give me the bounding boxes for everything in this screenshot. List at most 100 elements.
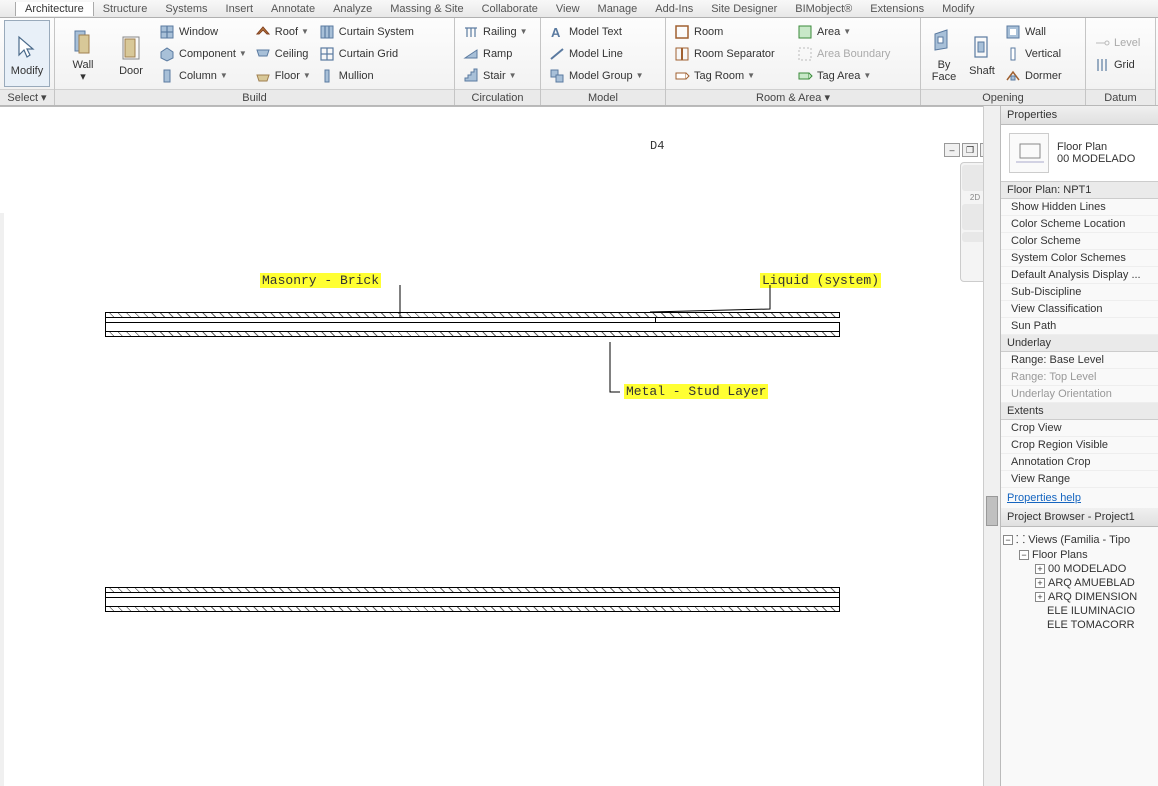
tab-structure[interactable]: Structure [94,2,157,16]
tab-massing[interactable]: Massing & Site [381,2,472,16]
wall-element-bottom[interactable] [105,587,840,612]
tab-view[interactable]: View [547,2,589,16]
floor-button[interactable]: Floor▼ [251,65,315,87]
ramp-button[interactable]: Ramp [459,43,536,65]
floor-icon [255,68,271,84]
shaft-button[interactable]: Shaft [963,20,1001,87]
curtain-grid-icon [319,46,335,62]
wall-button[interactable]: Wall▾ [59,20,107,87]
tab-modify[interactable]: Modify [933,2,983,16]
wall-icon [67,25,99,57]
stair-button[interactable]: Stair▼ [459,65,536,87]
collapse-icon[interactable]: − [1003,535,1013,545]
tab-analyze[interactable]: Analyze [324,2,381,16]
by-face-icon [928,25,960,57]
curtain-grid-button[interactable]: Curtain Grid [315,43,418,65]
collapse-icon[interactable]: − [1019,550,1029,560]
area-boundary-button: Area Boundary [793,43,916,65]
prop-row[interactable]: System Color Schemes [1001,250,1158,267]
grid-button[interactable]: Grid [1090,54,1151,76]
prop-row[interactable]: Annotation Crop [1001,454,1158,471]
project-browser-tree[interactable]: −⸬ Views (Familia - Tipo −Floor Plans +0… [1001,527,1158,636]
opening-wall-button[interactable]: Wall [1001,21,1066,43]
dormer-icon [1005,68,1021,84]
extents-header[interactable]: Extents [1001,403,1158,420]
chevron-down-icon: ▼ [220,71,228,80]
prop-row[interactable]: Crop View [1001,420,1158,437]
ribbon: Modify Select ▾ Wall▾ Door Window Compon… [0,18,1158,106]
mullion-icon [319,68,335,84]
right-panel: Properties Floor Plan 00 MODELADO Floor … [1000,106,1158,786]
expand-icon[interactable]: + [1035,578,1045,588]
canvas-scrollbar[interactable] [983,106,1000,786]
prop-row[interactable]: Sun Path [1001,318,1158,335]
component-button[interactable]: Component▼ [155,43,251,65]
chevron-down-icon: ▼ [520,27,528,36]
model-group-button[interactable]: Model Group▼ [545,65,661,87]
chevron-down-icon: ▼ [863,71,871,80]
room-button[interactable]: Room [670,21,793,43]
wall-element-top[interactable] [105,312,840,337]
prop-row: Underlay Orientation [1001,386,1158,403]
drawing-canvas[interactable]: D4 – ❐ ✕ 2D Masonry - Brick Liquid (syst… [0,106,1000,786]
tag-room-button[interactable]: Tag Room▼ [670,65,793,87]
prop-row[interactable]: View Range [1001,471,1158,488]
shaft-icon [966,31,998,63]
properties-help-link[interactable]: Properties help [1001,488,1158,508]
instance-header[interactable]: Floor Plan: NPT1 [1001,182,1158,199]
roof-icon [255,24,271,40]
panel-room-area-label[interactable]: Room & Area ▾ [666,89,920,105]
expand-icon[interactable]: + [1035,592,1045,602]
tag-area-button[interactable]: Tag Area▼ [793,65,916,87]
prop-row[interactable]: Sub-Discipline [1001,284,1158,301]
prop-row[interactable]: Default Analysis Display ... [1001,267,1158,284]
tab-sitedesigner[interactable]: Site Designer [702,2,786,16]
roof-button[interactable]: Roof▼ [251,21,315,43]
by-face-button[interactable]: By Face [925,20,963,87]
chevron-down-icon: ▼ [843,27,851,36]
room-icon [674,24,690,40]
prop-row[interactable]: Crop Region Visible [1001,437,1158,454]
area-button[interactable]: Area▼ [793,21,916,43]
window-icon [159,24,175,40]
tab-extensions[interactable]: Extensions [861,2,933,16]
room-separator-button[interactable]: Room Separator [670,43,793,65]
dormer-button[interactable]: Dormer [1001,65,1066,87]
tab-annotate[interactable]: Annotate [262,2,324,16]
separator-icon [674,46,690,62]
tab-insert[interactable]: Insert [217,2,263,16]
expand-icon[interactable]: + [1035,564,1045,574]
prop-row[interactable]: Show Hidden Lines [1001,199,1158,216]
tab-systems[interactable]: Systems [156,2,216,16]
ceiling-button[interactable]: Ceiling [251,43,315,65]
prop-row[interactable]: Range: Base Level [1001,352,1158,369]
ceiling-icon [255,46,271,62]
vertical-icon [1005,46,1021,62]
tab-architecture[interactable]: Architecture [15,2,94,16]
tab-collaborate[interactable]: Collaborate [473,2,547,16]
model-line-button[interactable]: Model Line [545,43,661,65]
tab-addins[interactable]: Add-Ins [646,2,702,16]
properties-title[interactable]: Properties [1001,106,1158,125]
boundary-icon [797,46,813,62]
window-button[interactable]: Window [155,21,251,43]
type-selector[interactable]: Floor Plan 00 MODELADO [1001,125,1158,182]
underlay-header[interactable]: Underlay [1001,335,1158,352]
door-button[interactable]: Door [107,20,155,87]
mullion-button[interactable]: Mullion [315,65,418,87]
curtain-system-button[interactable]: Curtain System [315,21,418,43]
column-button[interactable]: Column▼ [155,65,251,87]
vertical-button[interactable]: Vertical [1001,43,1066,65]
railing-button[interactable]: Railing▼ [459,21,536,43]
model-text-button[interactable]: AModel Text [545,21,661,43]
project-browser-title[interactable]: Project Browser - Project1 [1001,508,1158,527]
tab-manage[interactable]: Manage [589,2,647,16]
prop-row[interactable]: Color Scheme Location [1001,216,1158,233]
tab-bimobject[interactable]: BIMobject® [786,2,861,16]
panel-build-label: Build [55,89,454,105]
modify-button[interactable]: Modify [4,20,50,87]
prop-row[interactable]: Color Scheme [1001,233,1158,250]
component-icon [159,46,175,62]
prop-row[interactable]: View Classification [1001,301,1158,318]
panel-select-label[interactable]: Select ▾ [0,89,54,105]
